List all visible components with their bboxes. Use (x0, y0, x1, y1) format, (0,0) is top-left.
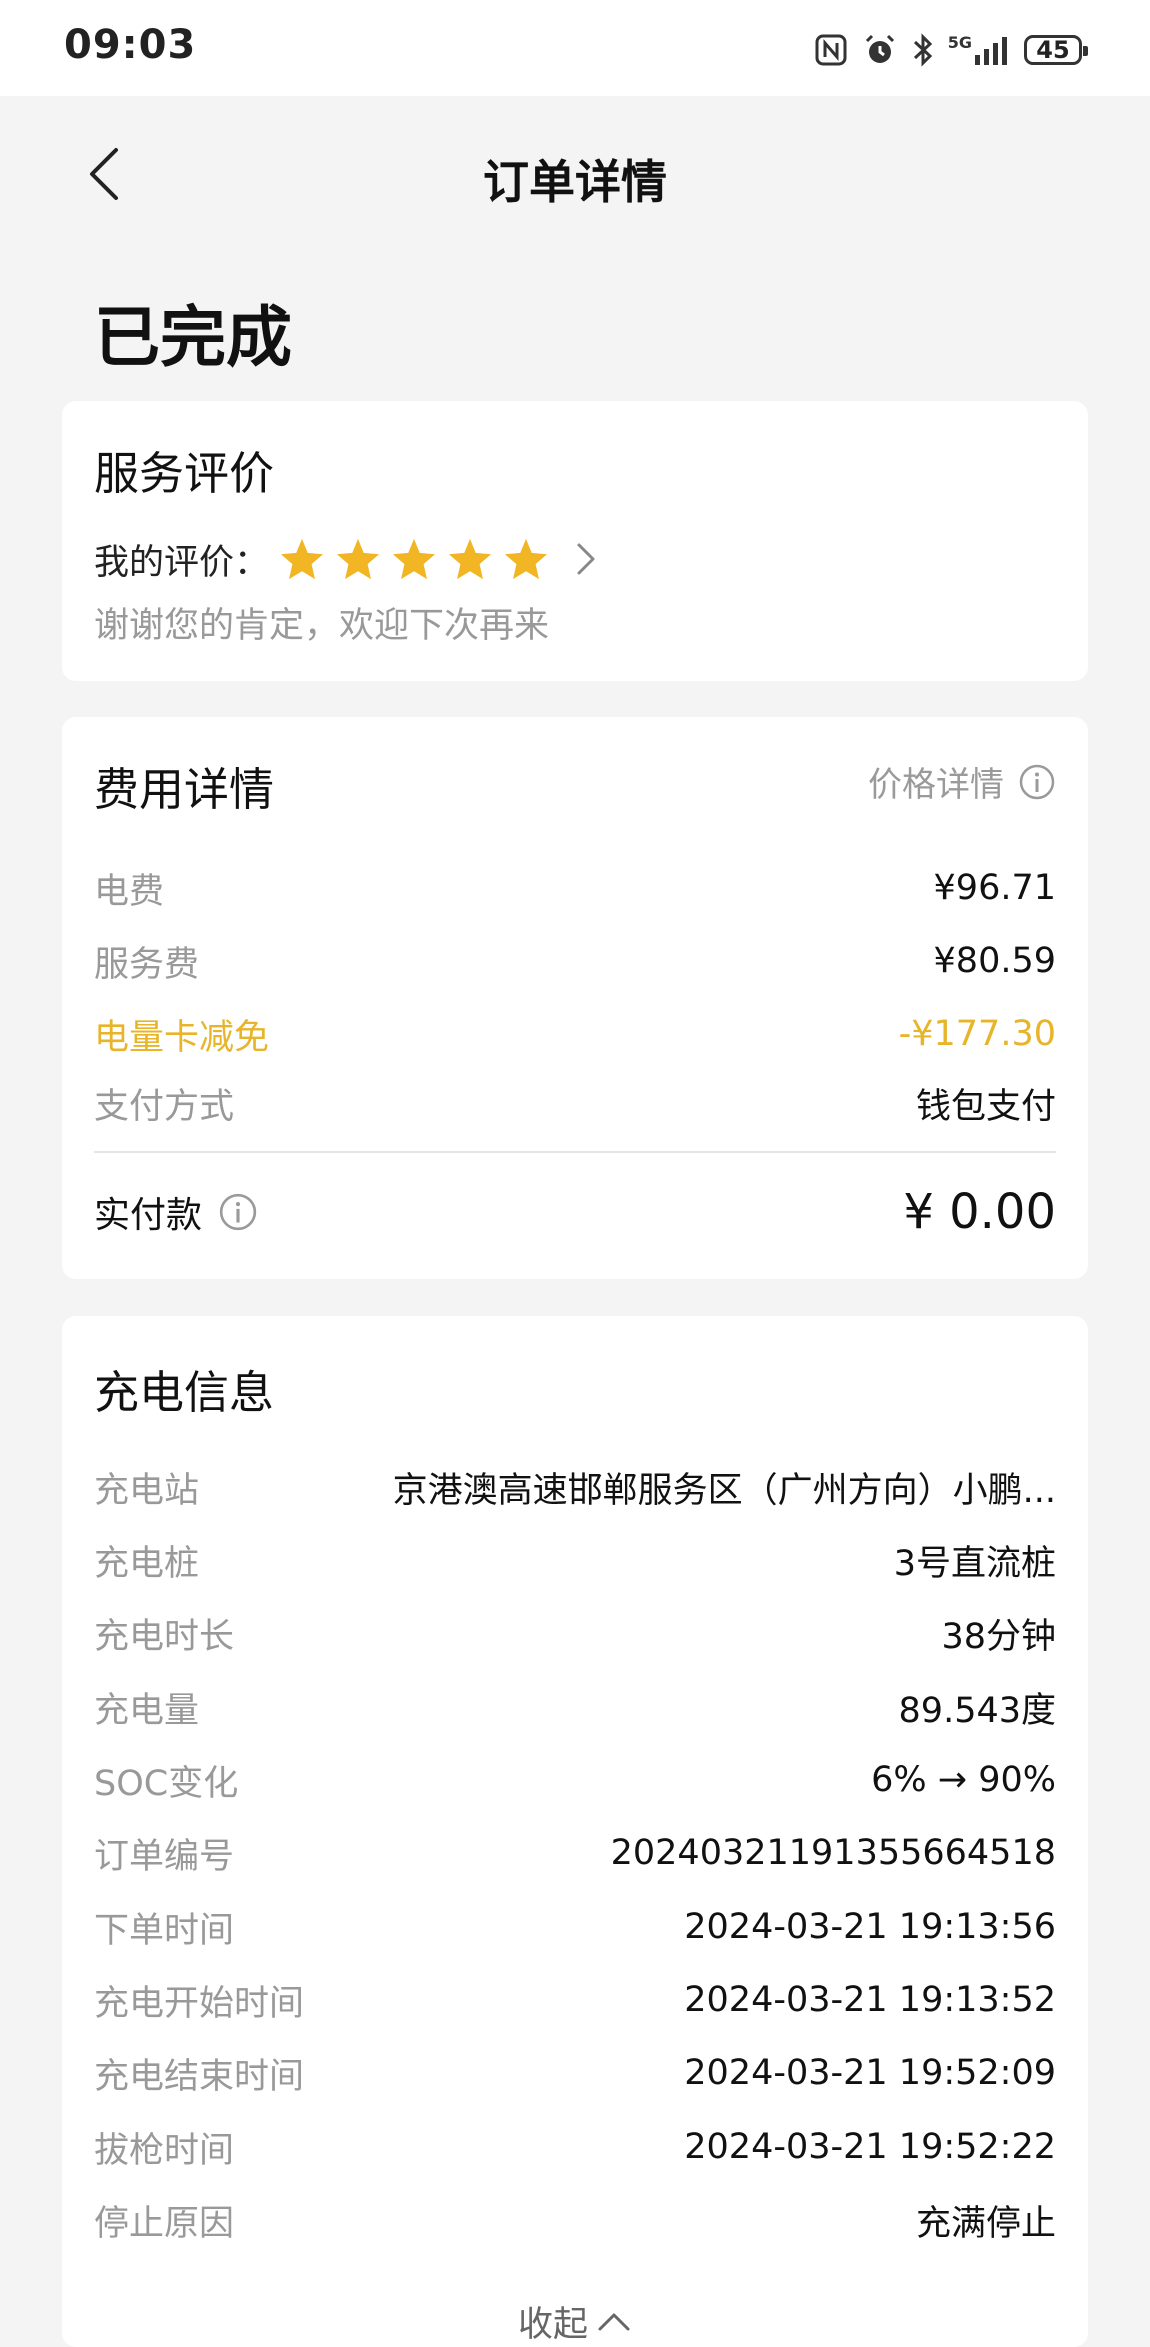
charge-label: 拔枪时间 (94, 2130, 235, 2171)
rating-card: 服务评价 我的评价： 谢谢您的肯定，欢迎下次再来 (62, 401, 1088, 681)
divider (94, 1151, 1056, 1153)
fee-value: 钱包支付 (915, 1086, 1056, 1127)
charge-label: 充电时长 (94, 1616, 235, 1657)
charge-card: 充电信息 充电站 京港澳高速邯郸服务区（广州方向）小鹏... 充电桩 3号直流桩… (62, 1316, 1088, 2347)
star-icon (279, 537, 325, 581)
charge-label: 充电结束时间 (94, 2056, 305, 2097)
paid-value: ¥ 0.00 (903, 1184, 1056, 1240)
charge-value: 2024-03-21 19:52:22 (684, 2127, 1056, 2167)
charge-row: 停止原因 充满停止 (94, 2195, 1056, 2245)
charge-row: 充电站 京港澳高速邯郸服务区（广州方向）小鹏... (94, 1462, 1056, 1512)
battery-icon: 45 (1024, 35, 1088, 65)
charge-value: 2024-03-21 19:52:09 (684, 2053, 1056, 2093)
alarm-icon (862, 32, 898, 68)
rating-stars (279, 537, 549, 581)
fee-card: 费用详情 价格详情 电费 ¥96.71 服务费 ¥80.59 电量卡减免 -¥1… (62, 717, 1088, 1279)
charge-label: 充电量 (94, 1690, 200, 1731)
charge-row: 充电结束时间 2024-03-21 19:52:09 (94, 2048, 1056, 2098)
charge-value: 2024-03-21 19:13:52 (684, 1980, 1056, 2020)
chevron-up-icon (598, 2313, 630, 2330)
paid-label: 实付款 (94, 1195, 203, 1236)
charge-row: 充电开始时间 2024-03-21 19:13:52 (94, 1975, 1056, 2025)
charge-value: 6% → 90% (871, 1760, 1056, 1800)
charge-row: 充电时长 38分钟 (94, 1608, 1056, 1658)
charge-row: 充电量 89.543度 (94, 1682, 1056, 1732)
station-name: 京港澳高速邯郸服务区（广州方向）小鹏... (392, 1470, 1056, 1511)
price-detail-label: 价格详情 (868, 765, 1004, 805)
star-icon (391, 537, 437, 581)
fee-value: ¥80.59 (933, 941, 1056, 981)
fee-label: 电费 (94, 871, 165, 912)
charge-label: 充电开始时间 (94, 1983, 305, 2024)
status-time: 09:03 (64, 22, 197, 68)
star-icon (335, 537, 381, 581)
fee-label: 服务费 (94, 944, 200, 985)
charge-label: 停止原因 (94, 2203, 235, 2244)
chevron-right-icon[interactable] (575, 541, 597, 577)
charge-label: 订单编号 (94, 1836, 235, 1877)
page-title: 订单详情 (483, 155, 667, 209)
charge-value: 3号直流桩 (893, 1543, 1056, 1584)
fee-row: 服务费 ¥80.59 (94, 936, 1056, 986)
collapse-button[interactable]: 收起 (62, 2296, 1088, 2347)
rating-thanks: 谢谢您的肯定，欢迎下次再来 (94, 606, 550, 646)
rating-title: 服务评价 (94, 447, 275, 500)
star-icon (447, 537, 493, 581)
status-icons: 5G 45 (814, 28, 1088, 72)
status-bar: 09:03 5G 45 (0, 0, 1150, 96)
charge-value: 2024-03-21 19:13:56 (684, 1907, 1056, 1947)
charge-label: 下单时间 (94, 1910, 235, 1951)
signal-icon: 5G (948, 35, 1010, 65)
order-number[interactable]: 20240321191355664518 (611, 1833, 1056, 1873)
fee-label: 支付方式 (94, 1086, 235, 1127)
charge-row: 拔枪时间 2024-03-21 19:52:22 (94, 2122, 1056, 2172)
nav-bar: 订单详情 (0, 96, 1150, 252)
charge-value: 38分钟 (941, 1616, 1056, 1657)
fee-value: ¥96.71 (933, 868, 1056, 908)
collapse-label: 收起 (517, 2305, 588, 2345)
paid-label-group: 实付款 (94, 1186, 258, 1238)
charge-row: 订单编号 20240321191355664518 (94, 1828, 1056, 1878)
charge-label: 充电桩 (94, 1543, 200, 1584)
charge-row: SOC变化 6% → 90% (94, 1755, 1056, 1805)
charge-row: 充电桩 3号直流桩 (94, 1535, 1056, 1585)
charge-value: 89.543度 (898, 1690, 1056, 1731)
charge-label: SOC变化 (94, 1763, 239, 1804)
info-icon (1019, 764, 1055, 799)
fee-row-discount: 电量卡减免 -¥177.30 (94, 1009, 1056, 1059)
bluetooth-icon (912, 32, 934, 68)
paid-row: 实付款 ¥ 0.00 (94, 1179, 1056, 1245)
rating-label: 我的评价： (94, 542, 270, 583)
charge-label: 充电站 (94, 1470, 200, 1511)
rating-row[interactable]: 我的评价： (94, 529, 597, 589)
charge-title: 充电信息 (94, 1366, 275, 1419)
fee-label: 电量卡减免 (94, 1017, 270, 1058)
nfc-icon (814, 33, 848, 67)
price-detail-link[interactable]: 价格详情 (868, 757, 1056, 806)
fee-row: 支付方式 钱包支付 (94, 1078, 1056, 1128)
charge-value: 充满停止 (915, 2203, 1056, 2244)
order-status: 已完成 (94, 299, 292, 376)
fee-row: 电费 ¥96.71 (94, 863, 1056, 913)
charge-row: 下单时间 2024-03-21 19:13:56 (94, 1902, 1056, 1952)
network-type: 5G (947, 33, 972, 52)
star-icon (503, 537, 549, 581)
info-icon[interactable] (218, 1192, 258, 1232)
fee-title: 费用详情 (94, 763, 275, 816)
fee-value: -¥177.30 (898, 1014, 1056, 1054)
